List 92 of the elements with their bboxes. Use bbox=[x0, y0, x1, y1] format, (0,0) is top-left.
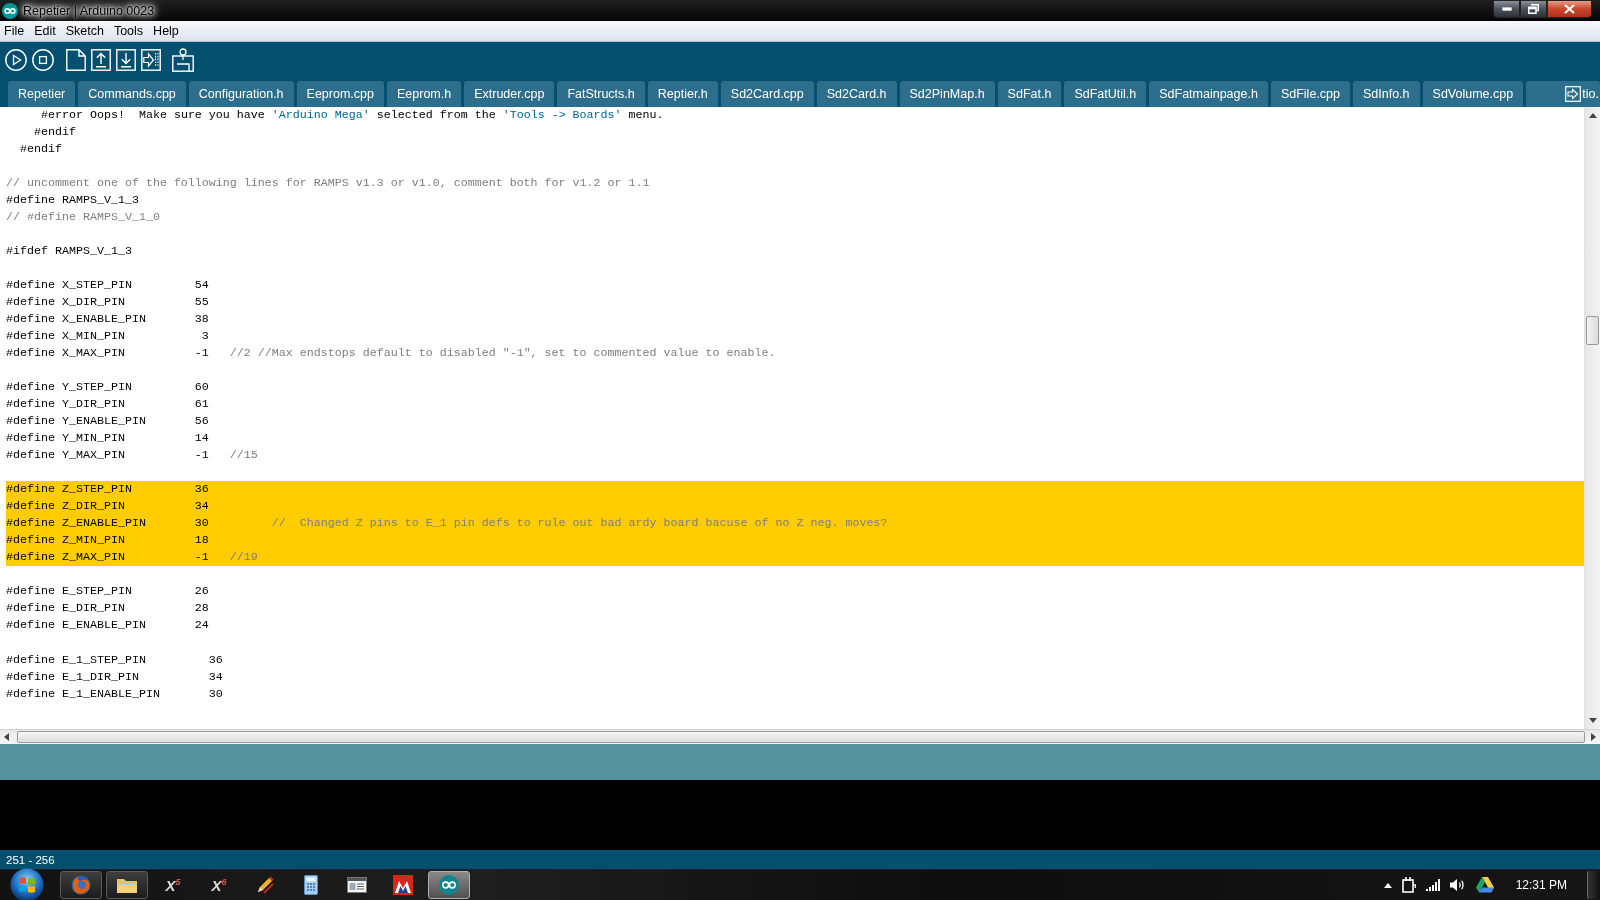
horizontal-scrollbar[interactable] bbox=[0, 730, 1600, 744]
code-line: #define E_STEP_PIN 26 bbox=[6, 584, 209, 599]
code-line: #define E_ENABLE_PIN 24 bbox=[6, 618, 209, 633]
code-line: #define Z_ENABLE_PIN 30 // Changed Z pins to E_1 pin defs to rule out bad ardy board bacuse of no Z neg. moves? bbox=[6, 516, 888, 531]
stop-icon[interactable] bbox=[32, 48, 54, 71]
tab[interactable]: Repetier bbox=[8, 81, 76, 107]
code-line: #define Y_STEP_PIN 60 bbox=[6, 380, 209, 395]
code-line: #define Y_MIN_PIN 14 bbox=[6, 431, 209, 446]
menu-item[interactable]: Help bbox=[153, 24, 179, 38]
code-line: #define RAMPS_V_1_3 bbox=[6, 193, 139, 208]
close-icon bbox=[1564, 4, 1575, 14]
vertical-scrollbar[interactable] bbox=[1584, 107, 1600, 729]
up-arrow-icon[interactable] bbox=[1383, 882, 1392, 888]
menu-item[interactable]: Edit bbox=[34, 24, 56, 38]
minimize-button[interactable] bbox=[1493, 0, 1520, 18]
code-line: #define X_ENABLE_PIN 38 bbox=[6, 312, 209, 327]
code-line: #define Y_MAX_PIN -1 //15 bbox=[6, 448, 258, 463]
arrow-right-icon[interactable] bbox=[141, 48, 161, 71]
code-line: #define Z_MAX_PIN -1 //19 bbox=[6, 550, 258, 565]
arrow-down-icon[interactable] bbox=[116, 48, 136, 71]
tab[interactable]: Reptier.h bbox=[647, 81, 718, 107]
menu-item[interactable]: Sketch bbox=[65, 24, 104, 38]
folder-icon bbox=[116, 876, 138, 894]
tab[interactable]: Configuration.h bbox=[188, 81, 294, 107]
code-line: #define E_DIR_PIN 28 bbox=[6, 601, 209, 616]
speaker-icon[interactable] bbox=[1449, 878, 1466, 892]
tab[interactable]: SdFatmainpage.h bbox=[1149, 81, 1268, 107]
tab[interactable]: Extruder.cpp bbox=[464, 81, 555, 107]
code-line: #define Z_STEP_PIN 36 bbox=[6, 482, 209, 497]
code-line: #define E_1_ENABLE_PIN 30 bbox=[6, 686, 223, 701]
monitor-icon[interactable] bbox=[172, 47, 194, 72]
code-line: #endif bbox=[20, 142, 62, 157]
window-icon bbox=[347, 877, 367, 893]
arrow-right-icon[interactable] bbox=[1591, 733, 1596, 741]
code-line: #define X_MIN_PIN 3 bbox=[6, 329, 209, 344]
tab[interactable]: Commands.cpp bbox=[78, 81, 186, 107]
pencil-icon bbox=[255, 875, 275, 895]
tab[interactable]: SdFatUtil.h bbox=[1064, 81, 1147, 107]
menu-item[interactable]: Tools bbox=[113, 24, 144, 38]
power-plug-icon[interactable] bbox=[1401, 877, 1416, 893]
code-line: // #define RAMPS_V_1_0 bbox=[6, 210, 160, 225]
tab[interactable]: SdFat.h bbox=[997, 81, 1062, 107]
infinity-icon bbox=[439, 875, 459, 895]
code-line: #define E_1_DIR_PIN 34 bbox=[6, 669, 223, 684]
minimize-icon bbox=[1501, 7, 1512, 11]
arrow-left-icon[interactable] bbox=[4, 733, 9, 741]
tab[interactable]: SdFile.cpp bbox=[1270, 81, 1350, 107]
signal-bars-icon[interactable] bbox=[1425, 879, 1440, 891]
triangle-logo-icon[interactable] bbox=[1475, 877, 1494, 893]
play-icon[interactable] bbox=[5, 48, 27, 71]
code-line: // uncomment one of the following lines for RAMPS v1.3 or v1.0, comment both for v1.2 or 1.1 bbox=[6, 176, 650, 191]
scrollbar-thumb[interactable] bbox=[1586, 316, 1599, 345]
show-desktop-button[interactable] bbox=[1587, 871, 1600, 899]
code-line: #define E_1_STEP_PIN 36 bbox=[6, 652, 223, 667]
code-line: #define Z_DIR_PIN 34 bbox=[6, 499, 209, 514]
scrollbar-thumb[interactable] bbox=[17, 731, 1585, 743]
restore-button[interactable] bbox=[1520, 0, 1547, 18]
document-icon[interactable] bbox=[66, 48, 86, 71]
code-line: #ifdef RAMPS_V_1_3 bbox=[6, 244, 132, 259]
code-line: #define Z_MIN_PIN 18 bbox=[6, 533, 209, 548]
clock[interactable]: 12:31 PM bbox=[1515, 878, 1567, 892]
code-line: #define X_STEP_PIN 54 bbox=[6, 278, 209, 293]
taskbar-button[interactable]: X$^{6}$ bbox=[198, 871, 240, 899]
arrow-down-icon[interactable] bbox=[1588, 718, 1597, 723]
start-orb-icon[interactable] bbox=[10, 868, 44, 900]
code-line: #define X_DIR_PIN 55 bbox=[6, 295, 209, 310]
arrow-up-icon[interactable] bbox=[91, 48, 111, 71]
tab-menu-icon[interactable] bbox=[1565, 86, 1581, 102]
code-line: #define Y_DIR_PIN 61 bbox=[6, 397, 209, 412]
taskbar-button[interactable] bbox=[106, 871, 148, 899]
fox-globe-icon bbox=[71, 875, 91, 895]
code-line: #define Y_ENABLE_PIN 56 bbox=[6, 414, 209, 429]
close-button[interactable] bbox=[1547, 0, 1592, 18]
menu-item[interactable]: File bbox=[4, 24, 25, 38]
tab[interactable]: SdInfo.h bbox=[1352, 81, 1420, 107]
taskbar-button[interactable] bbox=[428, 871, 470, 899]
line-range-label: 251 - 256 bbox=[6, 853, 55, 866]
tab[interactable]: Sd2Card.h bbox=[816, 81, 897, 107]
logo-icon bbox=[393, 875, 413, 895]
code-line: #endif bbox=[34, 125, 76, 139]
tab[interactable]: Eeprom.h bbox=[387, 81, 462, 107]
calculator-icon bbox=[304, 875, 318, 895]
tab[interactable]: SdVolume.cpp bbox=[1422, 81, 1524, 107]
code-line: #error Oops! Make sure you have 'Arduino Mega' selected from the 'Tools -> Boards' menu. bbox=[41, 108, 664, 122]
taskbar-button[interactable]: X$^{5}$ bbox=[152, 871, 194, 899]
tab[interactable]: Sd2Card.cpp bbox=[720, 81, 814, 107]
arrow-up-icon[interactable] bbox=[1588, 113, 1597, 118]
tab[interactable]: Sd2PinMap.h bbox=[899, 81, 995, 107]
code-line: #define X_MAX_PIN -1 //2 //Max endstops default to disabled "-1", set to commented value to enable. bbox=[6, 346, 776, 361]
restore-icon bbox=[1528, 4, 1539, 14]
tab[interactable]: Eeprom.cpp bbox=[296, 81, 384, 107]
tab[interactable]: FatStructs.h bbox=[557, 81, 645, 107]
